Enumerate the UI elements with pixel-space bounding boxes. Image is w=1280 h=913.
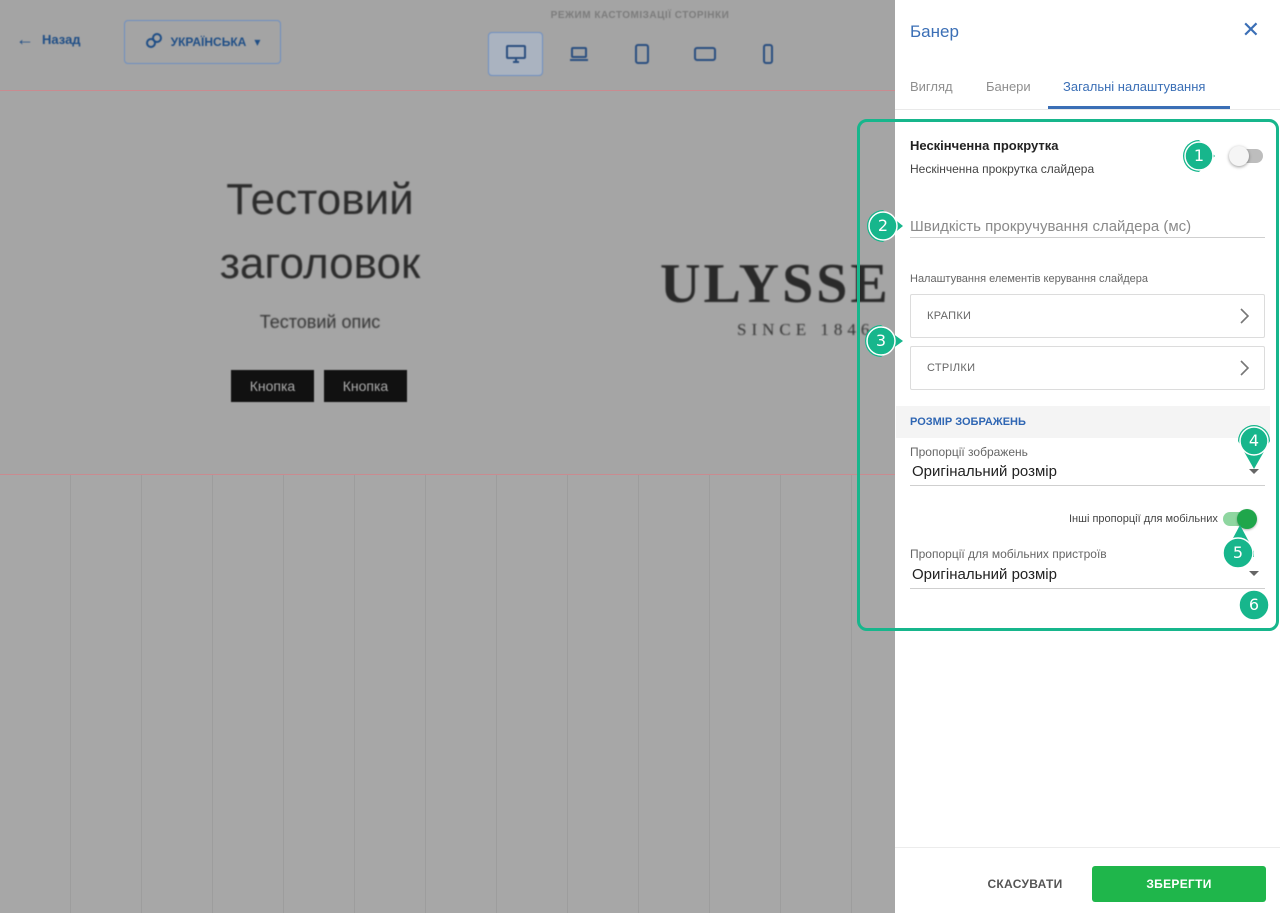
annotation-number: 5 (1232, 543, 1244, 562)
brand-logo-subtitle: SINCE 1846 (737, 320, 875, 339)
caret-down-icon[interactable] (1249, 571, 1259, 576)
desktop-device-button[interactable] (488, 32, 543, 76)
banner-buttons: Кнопка Кнопка (231, 370, 407, 402)
device-switcher (488, 32, 795, 76)
annotation-badge: 6 (1238, 589, 1270, 621)
arrows-accordion[interactable]: СТРІЛКИ (910, 346, 1265, 390)
aspect-select[interactable]: Оригінальний розмір (912, 463, 1057, 480)
cancel-button[interactable]: СКАСУВАТИ (955, 866, 1095, 902)
caret-down-icon: ▾ (254, 35, 261, 49)
panel-tabs: Вигляд Банери Загальні налаштування (895, 66, 1280, 110)
infinite-scroll-toggle[interactable] (1229, 146, 1263, 166)
laptop-icon (569, 47, 588, 61)
banner-title: Тестовий заголовок (170, 168, 470, 296)
mobile-proportions-toggle-label: Інші пропорції для мобільних (1069, 513, 1218, 525)
laptop-device-button[interactable] (551, 32, 606, 76)
image-size-section: РОЗМІР ЗОБРАЖЕНЬ (896, 406, 1270, 438)
annotation-number: 4 (1248, 431, 1260, 450)
dots-accordion[interactable]: КРАПКИ (910, 294, 1265, 338)
banner-button: Кнопка (324, 370, 407, 402)
toggle-knob (1229, 146, 1249, 166)
annotation-number: 1 (1193, 146, 1205, 165)
tab-banners[interactable]: Банери (986, 79, 1031, 94)
mobile-icon (762, 44, 773, 64)
annotation-badge: 4 (1238, 425, 1270, 469)
tab-general-settings[interactable]: Загальні налаштування (1063, 79, 1205, 94)
tab-view[interactable]: Вигляд (910, 79, 953, 94)
annotation-number: 6 (1248, 595, 1260, 614)
mobile-aspect-select[interactable]: Оригінальний розмір (912, 566, 1057, 583)
back-button[interactable]: ← Назад (16, 30, 81, 48)
tablet-landscape-icon (693, 47, 716, 61)
tablet-icon (634, 44, 649, 64)
language-selector[interactable]: УКРАЇНСЬКА ▾ (124, 20, 281, 64)
close-icon[interactable]: ✕ (1242, 19, 1260, 41)
save-button[interactable]: ЗБЕРЕГТИ (1092, 866, 1266, 902)
mobile-device-button[interactable] (740, 32, 795, 76)
banner-button: Кнопка (231, 370, 314, 402)
dots-label: КРАПКИ (927, 310, 972, 322)
annotation-badge: 1 (1183, 140, 1215, 172)
active-tab-indicator (1048, 106, 1230, 109)
brand-logo: ULYSSE (660, 253, 891, 315)
annotation-number: 2 (877, 216, 889, 235)
infinite-scroll-label: Нескінченна прокрутка (910, 138, 1059, 153)
page-grid (0, 475, 895, 913)
annotation-badge: 3 (865, 325, 903, 357)
mobile-select-label: Пропорції для мобільних пристроїв (910, 547, 1107, 561)
infinite-scroll-sublabel: Нескінченна прокрутка слайдера (910, 162, 1095, 176)
slider-controls-label: Налаштування елементів керування слайдер… (910, 273, 1149, 285)
chevron-right-icon (1240, 360, 1250, 376)
banner-title-line: Тестовий (226, 175, 414, 224)
aspect-select-label: Пропорції зображень (910, 445, 1028, 459)
arrow-left-icon: ← (16, 29, 34, 49)
annotation-badge: 2 (867, 210, 903, 242)
tablet-landscape-device-button[interactable] (677, 32, 732, 76)
editor-canvas: ← Назад УКРАЇНСЬКА ▾ РЕЖИМ КАСТОМІЗАЦІЇ … (0, 0, 895, 913)
annotation-number: 3 (875, 331, 887, 350)
annotation-badge: 5 (1222, 525, 1254, 569)
arrows-label: СТРІЛКИ (927, 362, 976, 374)
select-underline (910, 485, 1265, 486)
desktop-icon (505, 45, 526, 63)
banner-title-line: заголовок (219, 239, 421, 288)
language-label: УКРАЇНСЬКА (170, 35, 247, 49)
banner-description: Тестовий опис (259, 312, 381, 332)
select-underline (910, 588, 1265, 589)
customization-mode-label: РЕЖИМ КАСТОМІЗАЦІЇ СТОРІНКИ (550, 10, 730, 21)
editor-toolbar: ← Назад УКРАЇНСЬКА ▾ РЕЖИМ КАСТОМІЗАЦІЇ … (0, 0, 895, 90)
panel-title: Банер (910, 22, 959, 41)
tablet-device-button[interactable] (614, 32, 669, 76)
back-label: Назад (42, 31, 81, 47)
input-underline (910, 237, 1265, 238)
chevron-right-icon (1240, 308, 1250, 324)
section-title: РОЗМІР ЗОБРАЖЕНЬ (910, 416, 1026, 428)
speed-input[interactable]: Швидкість прокручування слайдера (мс) (910, 218, 1191, 235)
language-icon (145, 32, 163, 53)
